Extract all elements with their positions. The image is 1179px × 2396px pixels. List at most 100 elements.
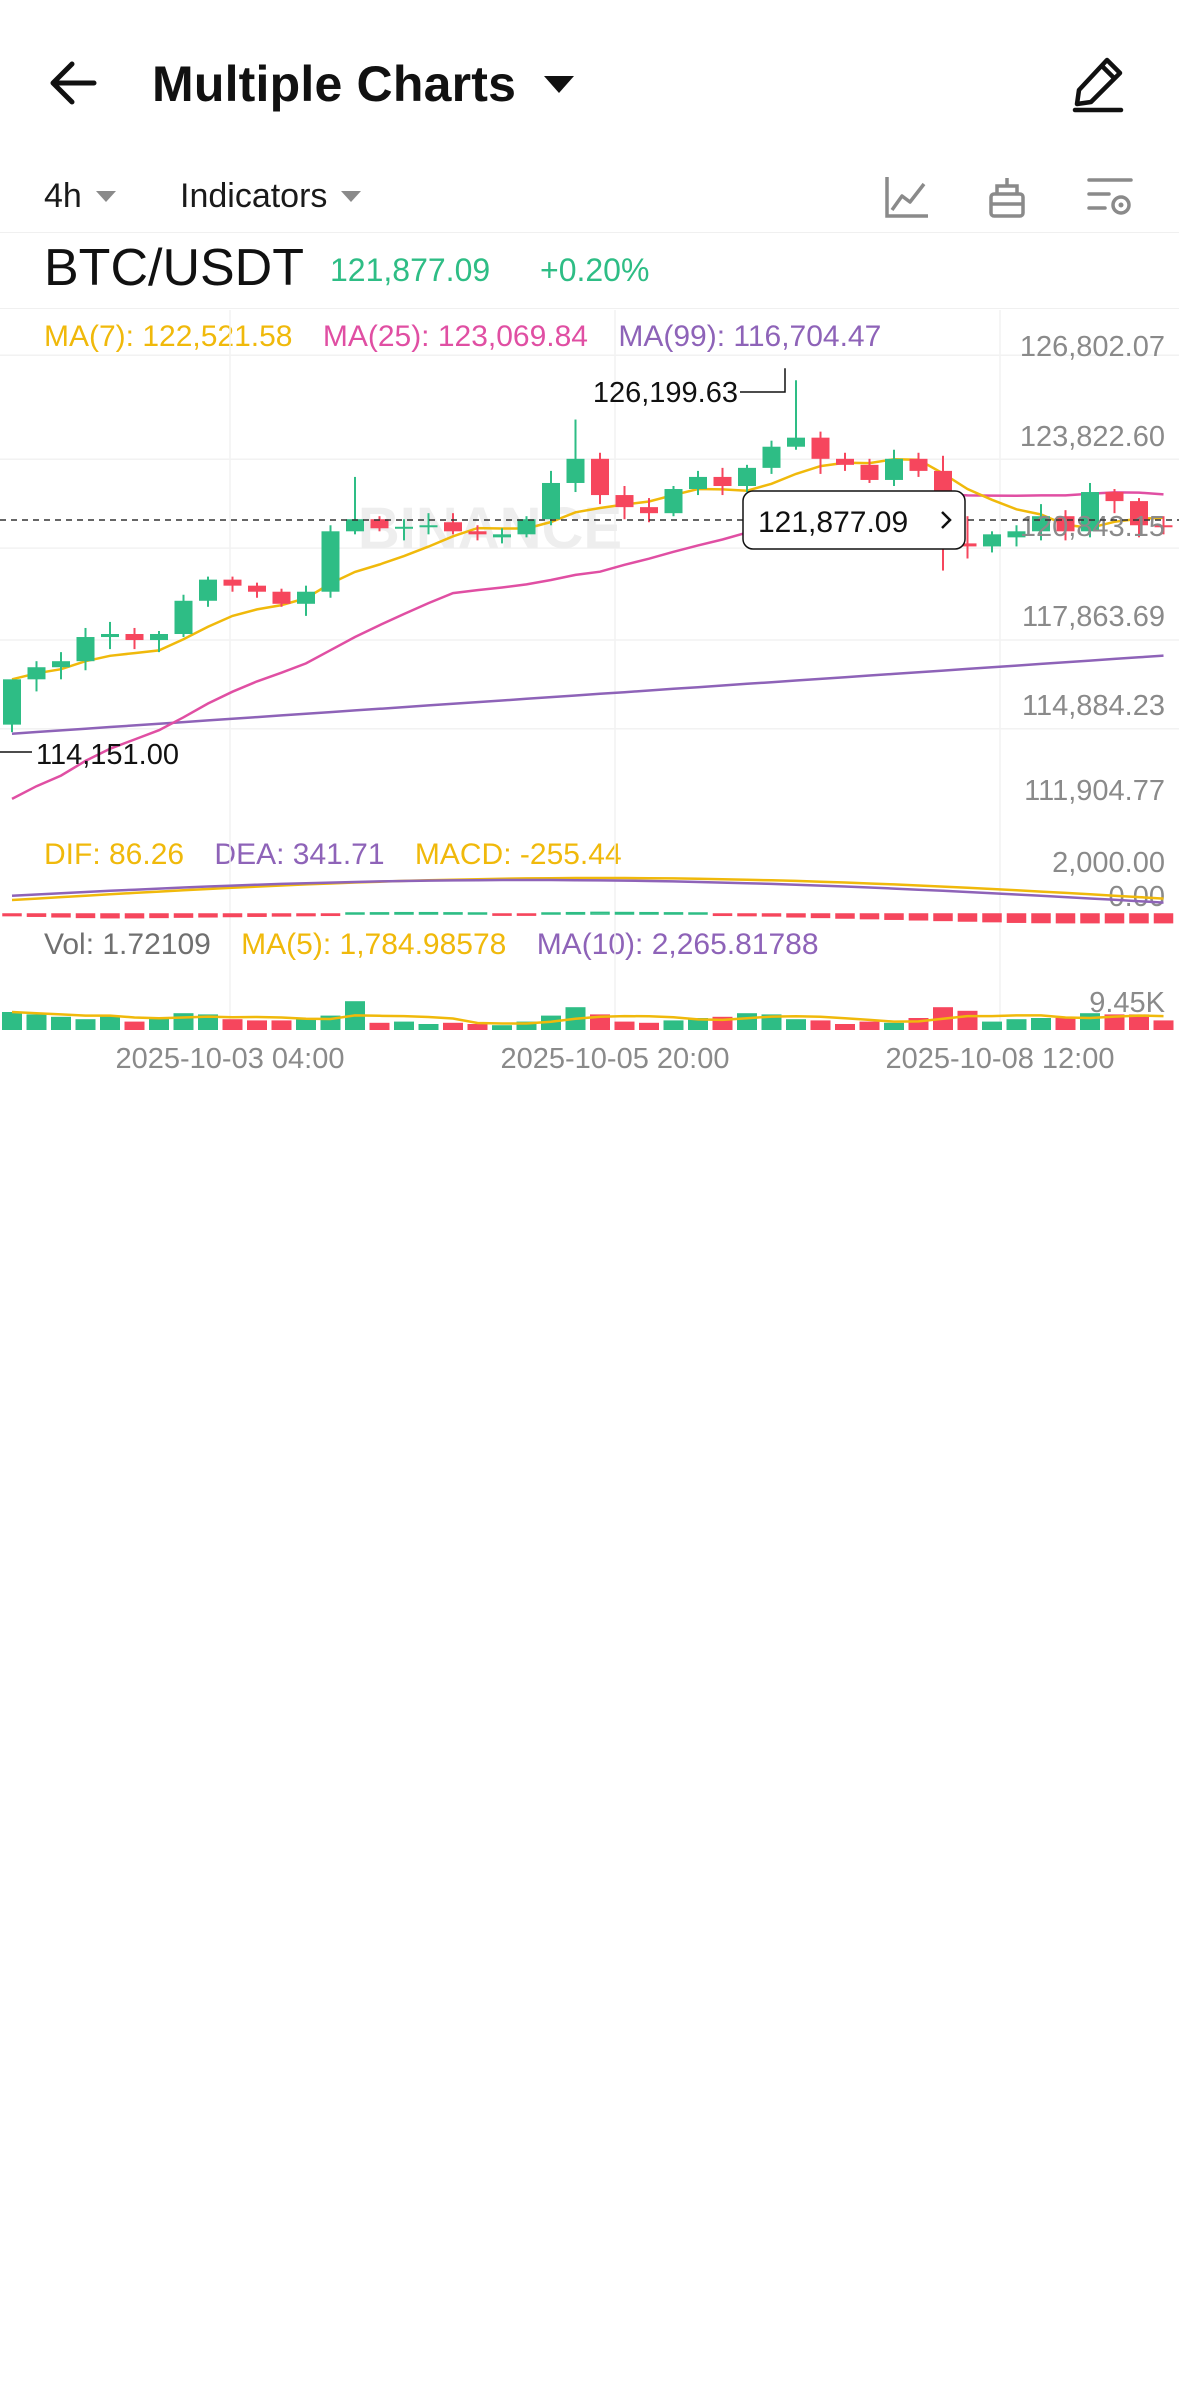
volume-bar bbox=[492, 1025, 512, 1030]
price-markers: 126,199.63 114,151.00 121,877.09 bbox=[0, 368, 1179, 771]
macd-bar bbox=[26, 913, 47, 917]
macd-bar bbox=[394, 911, 414, 915]
macd-bar bbox=[933, 913, 953, 922]
macd-bar bbox=[149, 913, 169, 919]
macd-bar bbox=[1129, 913, 1149, 924]
volume-bar bbox=[100, 1015, 120, 1030]
candle-body bbox=[150, 634, 168, 641]
macd-bar bbox=[516, 913, 537, 916]
candle-body bbox=[419, 525, 438, 528]
macd-bar bbox=[761, 913, 782, 917]
candle-body bbox=[713, 476, 732, 486]
volume-bar bbox=[369, 1022, 390, 1030]
candle-body bbox=[272, 591, 291, 604]
volume-bar bbox=[247, 1020, 267, 1030]
candle-body bbox=[517, 519, 536, 535]
candle-body bbox=[689, 476, 707, 490]
macd-bar bbox=[590, 911, 610, 915]
macd-bar bbox=[1006, 913, 1027, 923]
macd-bar bbox=[1080, 913, 1100, 924]
macd-bar bbox=[712, 913, 733, 917]
candle-body bbox=[1105, 492, 1124, 502]
volume-bar bbox=[614, 1021, 635, 1030]
low-price-label: 114,151.00 bbox=[36, 739, 179, 771]
high-price-label: 126,199.63 bbox=[593, 377, 738, 409]
macd-bar bbox=[320, 913, 341, 917]
macd-bar bbox=[345, 912, 365, 915]
candle-body bbox=[27, 667, 46, 680]
candle-body bbox=[52, 661, 70, 668]
chart-grid bbox=[0, 310, 1179, 1030]
macd-bar bbox=[810, 913, 831, 919]
candle-body bbox=[248, 585, 266, 592]
candle-body bbox=[615, 495, 634, 508]
volume-bar bbox=[75, 1019, 96, 1030]
volume-bar bbox=[1153, 1020, 1174, 1030]
candle-body bbox=[836, 458, 854, 465]
volume-bar bbox=[443, 1022, 463, 1030]
volume-bar bbox=[296, 1019, 316, 1030]
candle-body bbox=[468, 531, 487, 535]
time-axis: 2025-10-03 04:00 2025-10-05 20:00 2025-10-… bbox=[116, 1043, 1115, 1075]
ma7-line bbox=[11, 457, 1164, 681]
macd-panel: 2,000.000.00 bbox=[2, 847, 1174, 924]
volume-bar bbox=[1006, 1019, 1027, 1030]
macd-bar bbox=[222, 913, 243, 918]
macd-bar bbox=[1104, 913, 1125, 924]
macd-bar bbox=[51, 913, 71, 918]
price-axis-label: 117,863.69 bbox=[1022, 601, 1165, 633]
macd-bar bbox=[786, 913, 806, 918]
macd-bar bbox=[173, 913, 194, 918]
volume-bar bbox=[639, 1022, 659, 1030]
volume-bar bbox=[786, 1019, 806, 1030]
volume-bar bbox=[663, 1020, 684, 1030]
candle-body bbox=[860, 464, 879, 480]
volume-bar bbox=[124, 1021, 145, 1030]
macd-bar bbox=[198, 913, 218, 918]
volume-bar bbox=[737, 1013, 757, 1030]
volume-bar bbox=[51, 1016, 71, 1030]
price-axis-label: 111,904.77 bbox=[1024, 775, 1165, 807]
candle-body bbox=[787, 437, 805, 447]
volume-bar bbox=[982, 1021, 1002, 1030]
volume-bar bbox=[835, 1024, 855, 1030]
macd-bar bbox=[271, 913, 292, 917]
volume-axis-label: 9.45K bbox=[1089, 987, 1165, 1019]
macd-bar bbox=[908, 913, 929, 921]
macd-bar bbox=[2, 913, 22, 917]
candle-body bbox=[321, 531, 340, 592]
macd-bar bbox=[1055, 913, 1076, 924]
candle-body bbox=[223, 579, 242, 586]
volume-bar bbox=[467, 1024, 488, 1030]
volume-bar bbox=[2, 1012, 22, 1030]
candle-body bbox=[885, 458, 903, 480]
macd-bar bbox=[835, 913, 855, 919]
volume-bar bbox=[222, 1019, 243, 1030]
ma99-line bbox=[11, 654, 1164, 735]
price-axis-label: 120,843.15 bbox=[1020, 511, 1165, 543]
candle-body bbox=[591, 458, 609, 496]
macd-bar bbox=[467, 912, 488, 915]
candle-body bbox=[297, 591, 315, 604]
macd-bar bbox=[737, 913, 757, 917]
candle-body bbox=[444, 522, 462, 532]
volume-bar bbox=[173, 1013, 194, 1030]
candlestick-chart[interactable]: BINANCE 126,802.07123,822.60120,843.1511… bbox=[0, 0, 1179, 1080]
volume-bar bbox=[957, 1010, 978, 1030]
macd-bar bbox=[884, 913, 904, 920]
candle-body bbox=[811, 437, 830, 459]
current-price-label: 121,877.09 bbox=[758, 506, 908, 539]
macd-bar bbox=[663, 912, 684, 915]
price-axis-label: 114,884.23 bbox=[1022, 690, 1165, 722]
candle-body bbox=[640, 507, 658, 514]
time-axis-label: 2025-10-05 20:00 bbox=[501, 1043, 730, 1075]
time-axis-label: 2025-10-03 04:00 bbox=[116, 1043, 345, 1075]
candle-body bbox=[125, 634, 144, 641]
volume-bar bbox=[859, 1021, 880, 1030]
candle-body bbox=[199, 579, 217, 601]
volume-bar bbox=[810, 1020, 831, 1030]
price-axis-label: 123,822.60 bbox=[1020, 421, 1165, 453]
candle-body bbox=[762, 446, 781, 468]
macd-bar bbox=[75, 913, 96, 919]
macd-bar bbox=[565, 911, 586, 915]
